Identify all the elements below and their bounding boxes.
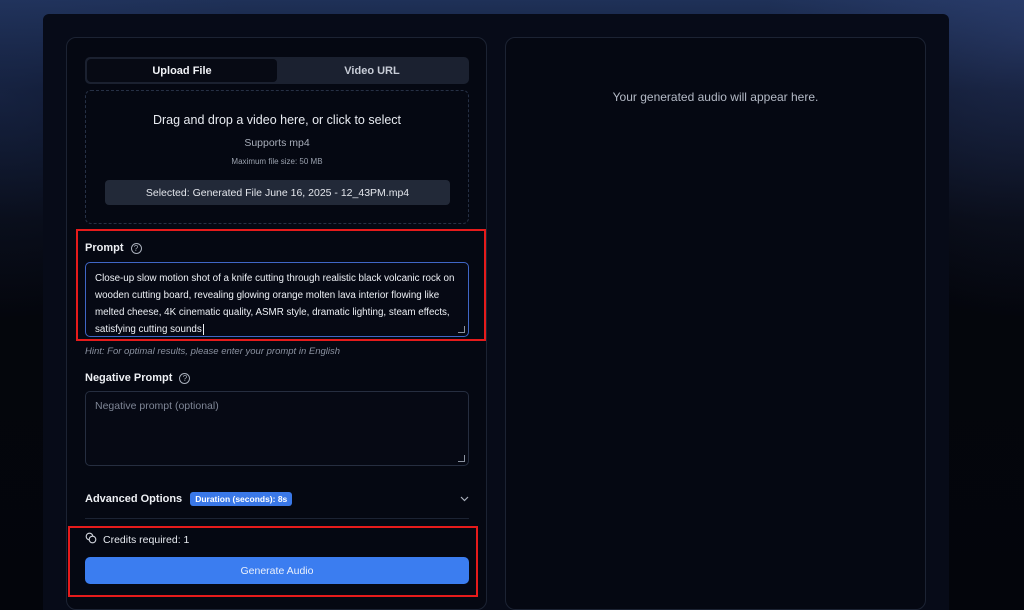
dropzone-supported-formats: Supports mp4	[244, 137, 310, 149]
tab-upload-file[interactable]: Upload File	[87, 59, 277, 82]
source-tabs: Upload File Video URL	[85, 57, 469, 84]
chevron-down-icon[interactable]	[459, 494, 469, 504]
output-panel: Your generated audio will appear here.	[505, 37, 926, 610]
negative-prompt-placeholder: Negative prompt (optional)	[95, 400, 219, 412]
prompt-hint: Hint: For optimal results, please enter …	[85, 346, 341, 357]
negative-prompt-label-row: Negative Prompt ?	[85, 372, 191, 384]
dropzone-title: Drag and drop a video here, or click to …	[152, 113, 402, 127]
advanced-options-label: Advanced Options	[85, 493, 183, 505]
advanced-options-toggle[interactable]: Advanced Options Duration (seconds): 8s	[85, 490, 469, 508]
negative-prompt-textarea[interactable]: Negative prompt (optional)	[85, 391, 469, 466]
selected-file-label: Selected: Generated File June 16, 2025 -…	[105, 180, 450, 205]
duration-badge: Duration (seconds): 8s	[190, 492, 293, 506]
section-divider	[85, 518, 469, 519]
negative-prompt-label: Negative Prompt	[85, 372, 173, 384]
dropzone-max-size: Maximum file size: 50 MB	[231, 157, 323, 166]
resize-handle-icon[interactable]	[458, 455, 465, 462]
tab-video-url[interactable]: Video URL	[277, 59, 467, 82]
highlight-box-prompt	[76, 229, 486, 341]
video-dropzone[interactable]: Drag and drop a video here, or click to …	[85, 90, 469, 224]
highlight-box-generate	[68, 526, 478, 597]
help-icon[interactable]: ?	[179, 372, 191, 384]
output-placeholder: Your generated audio will appear here.	[612, 90, 819, 104]
